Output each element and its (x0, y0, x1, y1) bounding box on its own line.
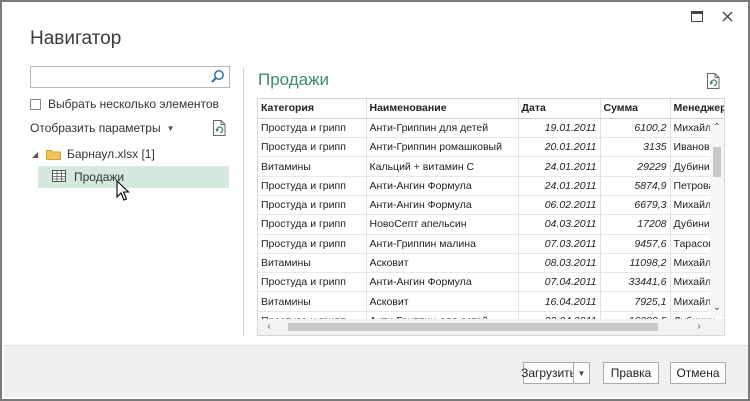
search-input[interactable] (31, 67, 203, 87)
table-cell: 16.04.2011 (518, 291, 601, 312)
refresh-icon[interactable] (212, 119, 228, 137)
table-cell: 24.01.2011 (518, 156, 601, 177)
vertical-scroll-thumb[interactable] (713, 147, 721, 177)
table-cell: 3135 (600, 137, 671, 158)
table-row: Витамины Кальций + витамин С 24.01.2011 … (258, 156, 724, 177)
table-cell: НовоСепт апельсин (366, 214, 519, 235)
table-cell: Анти-Ангин Формула (366, 195, 519, 216)
preview-table-container[interactable]: Категория Наименование Дата Сумма Менедж… (257, 98, 725, 336)
table-cell: Кальций + витамин С (366, 156, 519, 177)
table-cell: Витамины (258, 291, 367, 312)
table-cell: Анти-Ангин Формула (366, 272, 519, 293)
select-multiple-checkbox[interactable] (30, 98, 41, 110)
table-row: Простуда и грипп Анти-Гриппин для детей … (258, 118, 724, 139)
table-cell: 06.02.2011 (518, 195, 601, 216)
scroll-left-icon[interactable]: ‹ (262, 320, 276, 334)
horizontal-scrollbar[interactable]: ‹ › (258, 319, 724, 335)
navigator-window: Навигатор Выбрать несколько элементов От… (0, 0, 750, 401)
table-row: Простуда и грипп Анти-Гриппин ромашковый… (258, 137, 724, 158)
column-header[interactable]: Категория (258, 99, 367, 119)
table-cell: Простуда и грипп (258, 195, 367, 216)
load-options-dropdown[interactable]: ▼ (573, 362, 590, 384)
table-row: Витамины Асковит 16.04.2011 7925,1 Михай… (258, 291, 724, 312)
table-cell: 07.04.2011 (518, 272, 601, 293)
column-header[interactable]: Наименование (366, 99, 519, 119)
table-cell: 9457,6 (600, 234, 671, 254)
table-row: Простуда и грипп НовоСепт апельсин 04.03… (258, 214, 724, 235)
column-header[interactable]: Менеджер (670, 99, 724, 119)
table-cell: 17208 (600, 214, 671, 235)
edit-button[interactable]: Правка (603, 362, 659, 384)
table-cell: 29229 (600, 156, 671, 177)
window-controls (684, 6, 740, 26)
table-row: Простуда и грипп Анти-Гриппин малина 07.… (258, 234, 724, 254)
table-cell: 5874,9 (600, 176, 671, 196)
tree-node-sheet-selected[interactable]: Продажи (38, 166, 229, 188)
table-row: Простуда и грипп Анти-Ангин Формула 06.0… (258, 195, 724, 216)
cancel-button[interactable]: Отмена (670, 362, 726, 384)
display-options-label: Отобразить параметры (30, 121, 161, 135)
pane-divider[interactable] (243, 68, 244, 336)
scroll-down-icon[interactable]: ⌄ (710, 301, 724, 315)
tree-node-file-label: Барнаул.xlsx [1] (67, 147, 155, 161)
table-cell: Асковит (366, 253, 519, 274)
table-cell: Простуда и грипп (258, 137, 367, 158)
dialog-footer: Загрузить ▼ Правка Отмена (4, 345, 748, 397)
load-button[interactable]: Загрузить (521, 362, 576, 384)
table-cell: 20.01.2011 (518, 137, 601, 158)
table-cell: 07.03.2011 (518, 234, 601, 254)
table-cell: Простуда и грипп (258, 214, 367, 235)
table-cell: 08.03.2011 (518, 253, 601, 274)
preview-table: Категория Наименование Дата Сумма Менедж… (258, 99, 724, 332)
display-options-dropdown[interactable]: Отобразить параметры ▼ (30, 121, 175, 135)
horizontal-scroll-thumb[interactable] (288, 323, 658, 331)
table-cell: 04.03.2011 (518, 214, 601, 235)
table-cell: 7925,1 (600, 291, 671, 312)
select-multiple-label: Выбрать несколько элементов (48, 97, 219, 111)
scroll-up-icon[interactable]: ⌃ (710, 121, 724, 135)
collapse-triangle-icon[interactable]: ◢ (32, 150, 40, 159)
close-icon[interactable] (714, 6, 740, 26)
table-cell: 11098,2 (600, 253, 671, 274)
table-row: Витамины Асковит 08.03.2011 11098,2 Миха… (258, 253, 724, 274)
table-cell: Простуда и грипп (258, 176, 367, 196)
table-cell: Анти-Ангин Формула (366, 176, 519, 196)
tree-node-file[interactable]: ◢ Барнаул.xlsx [1] (32, 147, 155, 161)
table-cell: Простуда и грипп (258, 118, 367, 139)
table-cell: Витамины (258, 253, 367, 274)
column-header[interactable]: Дата (518, 99, 601, 119)
maximize-icon[interactable] (684, 6, 710, 26)
table-cell: Анти-Гриппин малина (366, 234, 519, 254)
preview-title: Продажи (258, 70, 329, 89)
folder-icon (46, 149, 61, 160)
table-cell: 24.01.2011 (518, 176, 601, 196)
scroll-right-icon[interactable]: › (692, 320, 706, 334)
vertical-scrollbar[interactable]: ⌃ ⌄ (710, 119, 724, 317)
table-cell: Витамины (258, 156, 367, 177)
table-cell: Анти-Гриппин ромашковый (366, 137, 519, 158)
chevron-down-icon: ▼ (577, 368, 586, 378)
table-header-row: Категория Наименование Дата Сумма Менедж… (258, 99, 724, 119)
table-icon (52, 169, 66, 185)
table-cell: Простуда и грипп (258, 272, 367, 293)
table-cell: 6100,2 (600, 118, 671, 139)
table-cell: 6679,3 (600, 195, 671, 216)
search-icon[interactable] (209, 68, 227, 86)
table-cell: 33441,6 (600, 272, 671, 293)
search-box[interactable] (30, 66, 230, 88)
select-multiple-option[interactable]: Выбрать несколько элементов (30, 97, 219, 111)
table-row: Простуда и грипп Анти-Ангин Формула 07.0… (258, 272, 724, 293)
chevron-down-icon: ▼ (166, 123, 175, 133)
column-header[interactable]: Сумма (600, 99, 671, 119)
table-cell: Анти-Гриппин для детей (366, 118, 519, 139)
dialog-title: Навигатор (30, 28, 122, 49)
refresh-preview-icon[interactable] (706, 72, 722, 90)
mouse-pointer-icon (116, 179, 130, 202)
table-cell: Простуда и грипп (258, 234, 367, 254)
table-cell: Асковит (366, 291, 519, 312)
table-cell: 19.01.2011 (518, 118, 601, 139)
table-row: Простуда и грипп Анти-Ангин Формула 24.0… (258, 176, 724, 196)
